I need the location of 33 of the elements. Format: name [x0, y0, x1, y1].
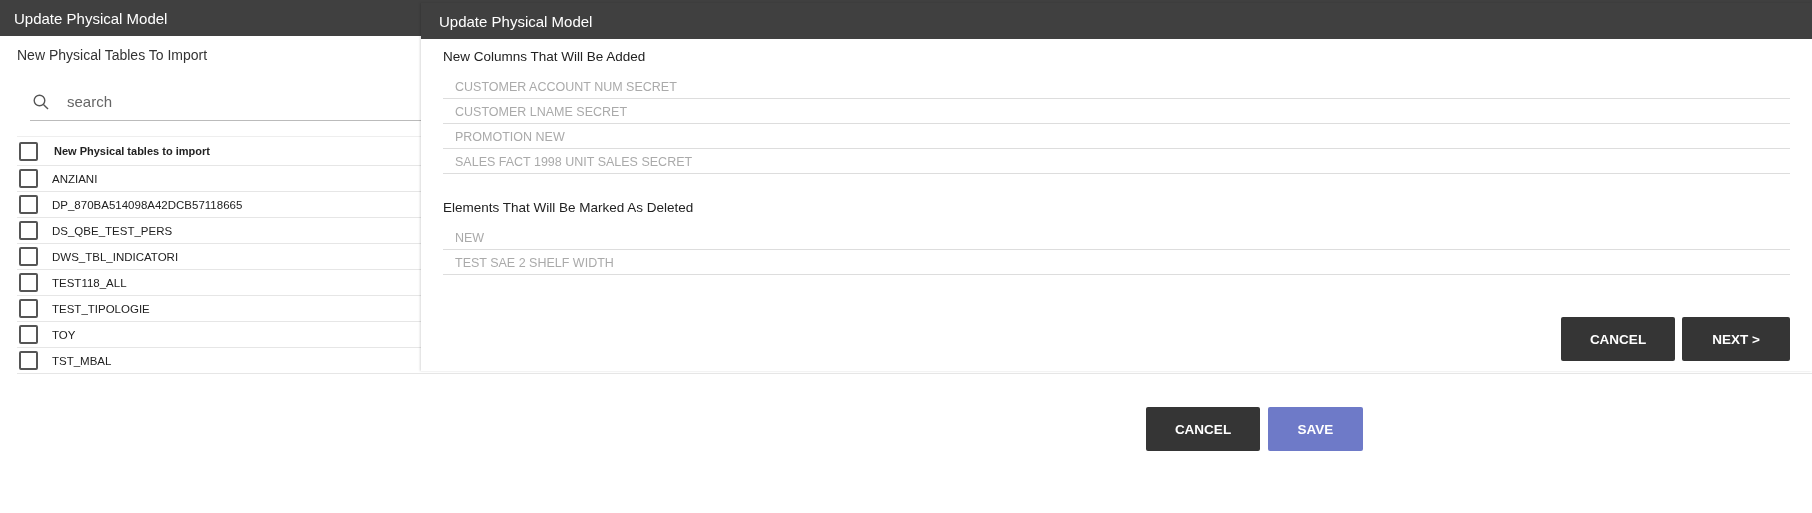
- table-name: TEST118_ALL: [52, 276, 127, 289]
- save-button[interactable]: SAVE: [1268, 407, 1363, 451]
- table-name: TEST_TIPOLOGIE: [52, 302, 150, 315]
- table-name: TST_MBAL: [52, 354, 112, 367]
- element-name: PROMOTION NEW: [443, 124, 1790, 149]
- row-checkbox[interactable]: [19, 325, 38, 344]
- dialog-title: Update Physical Model: [421, 3, 1812, 39]
- section-title: New Columns That Will Be Added: [443, 49, 646, 64]
- column-header: New Physical tables to import: [54, 145, 210, 157]
- table-name: DP_870BA514098A42DCB57118665: [52, 198, 243, 211]
- element-name: CUSTOMER ACCOUNT NUM SECRET: [443, 74, 1790, 99]
- element-name: NEW: [443, 225, 1790, 250]
- table-name: ANZIANI: [52, 172, 98, 185]
- section-title: New Physical Tables To Import: [17, 47, 208, 63]
- element-name: TEST SAE 2 SHELF WIDTH: [443, 250, 1790, 275]
- search-icon: [33, 94, 49, 110]
- element-name: CUSTOMER LNAME SECRET: [443, 99, 1790, 124]
- cancel-button[interactable]: CANCEL: [1146, 407, 1260, 451]
- next-button[interactable]: NEXT >: [1682, 317, 1790, 361]
- table-name: TOY: [52, 328, 76, 341]
- row-checkbox[interactable]: [19, 195, 38, 214]
- row-checkbox[interactable]: [19, 221, 38, 240]
- section-title: Elements That Will Be Marked As Deleted: [443, 200, 694, 215]
- row-checkbox[interactable]: [19, 273, 38, 292]
- row-checkbox[interactable]: [19, 169, 38, 188]
- table-name: DS_QBE_TEST_PERS: [52, 224, 173, 237]
- table-name: DWS_TBL_INDICATORI: [52, 250, 179, 263]
- select-all-checkbox[interactable]: [19, 141, 38, 161]
- cancel-button[interactable]: CANCEL: [1561, 317, 1675, 361]
- element-name: SALES FACT 1998 UNIT SALES SECRET: [443, 149, 1790, 174]
- row-checkbox[interactable]: [19, 299, 38, 318]
- row-checkbox[interactable]: [19, 351, 38, 370]
- row-checkbox[interactable]: [19, 247, 38, 266]
